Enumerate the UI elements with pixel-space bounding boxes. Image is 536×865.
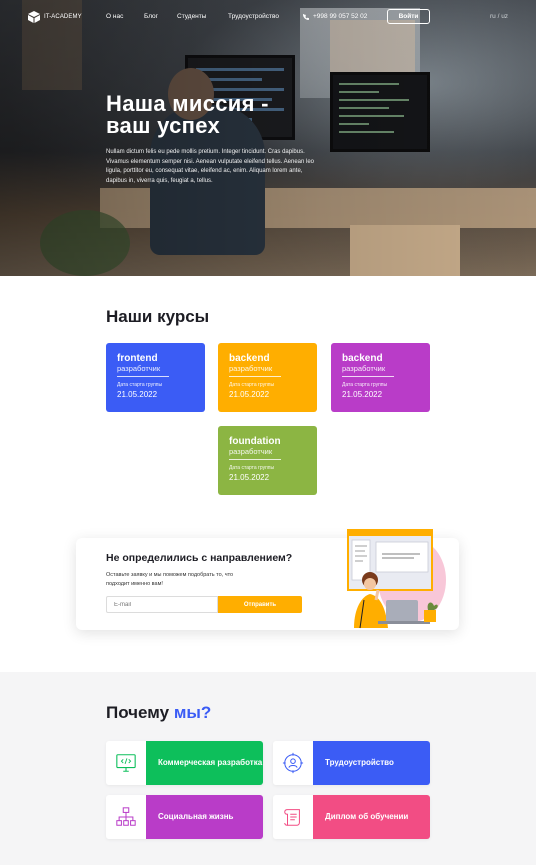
why-card-label: Коммерческая разработка [146,741,263,785]
submit-button[interactable]: Отправить [218,596,302,613]
scroll-icon [284,809,300,826]
cta-description: Оставьте заявку и мы поможем подобрать т… [106,572,234,587]
course-start-label: Дата старта группы [342,382,388,388]
monitor-code-icon [116,754,136,772]
language-switch[interactable]: ru / uz [490,13,508,20]
why-card-label: Диплом об обучении [313,795,430,839]
course-start-date: 21.05.2022 [342,390,383,399]
logo-icon [28,11,40,23]
course-start-date: 21.05.2022 [117,390,158,399]
nav-item-students[interactable]: Студенты [177,13,206,20]
phone-link[interactable]: +998 99 057 52 02 [303,13,367,20]
divider [229,376,281,377]
course-card-backend[interactable]: backend разработчик Дата старта группы 21.0… [331,343,430,412]
course-card-backend[interactable]: backend разработчик Дата старта группы 21.0… [218,343,317,412]
logo[interactable]: IT-ACADEMY [27,10,82,24]
why-title: Почему мы? [106,703,212,722]
course-name: backend [342,353,383,364]
divider [229,459,281,460]
course-start-label: Дата старта группы [229,465,275,471]
why-section [0,672,536,865]
course-role: разработчик [229,447,273,456]
hero-description: Nullam dictum felis eu pede mollis preti… [106,149,315,184]
courses-title: Наши курсы [106,307,210,326]
nav-item-employment[interactable]: Трудоустройство [228,13,279,20]
person-target-icon [282,752,304,774]
why-card-label: Трудоустройство [313,741,430,785]
course-role: разработчик [342,364,386,373]
phone-number: +998 99 057 52 02 [313,13,368,20]
nav-item-about[interactable]: О нас [106,13,123,20]
course-start-date: 21.05.2022 [229,390,270,399]
course-card-frontend[interactable]: frontend разработчик Дата старта группы 21.… [106,343,205,412]
cta-title: Не определились с направлением? [106,552,293,564]
hero-section [0,0,536,276]
course-name: frontend [117,353,158,364]
divider [117,376,169,377]
network-icon [116,807,136,826]
why-card-label: Социальная жизнь [146,795,263,839]
phone-icon [303,13,309,20]
email-field[interactable] [106,596,218,613]
course-role: разработчик [117,364,161,373]
brand-name: IT-ACADEMY [44,14,82,20]
hero-title: Наша миссия - ваш успех [106,91,269,138]
why-card-commercial[interactable]: Коммерческая разработка [106,741,263,785]
course-start-label: Дата старта группы [117,382,163,388]
why-card-employment[interactable]: Трудоустройство [273,741,430,785]
course-card-foundation[interactable]: foundation разработчик Дата старта группы 2… [218,426,317,495]
nav-item-blog[interactable]: Блог [144,13,158,20]
why-card-diploma[interactable]: Диплом об обучении [273,795,430,839]
course-start-date: 21.05.2022 [229,473,270,482]
why-card-social[interactable]: Социальная жизнь [106,795,263,839]
student-illustration [347,529,446,629]
login-button[interactable]: Войти [387,9,430,24]
course-start-label: Дата старта группы [229,382,275,388]
top-navigation: IT-ACADEMY О нас Блог Студенты Трудоустр… [0,0,536,34]
course-name: backend [229,353,270,364]
course-role: разработчик [229,364,273,373]
course-name: foundation [229,436,281,447]
divider [342,376,394,377]
